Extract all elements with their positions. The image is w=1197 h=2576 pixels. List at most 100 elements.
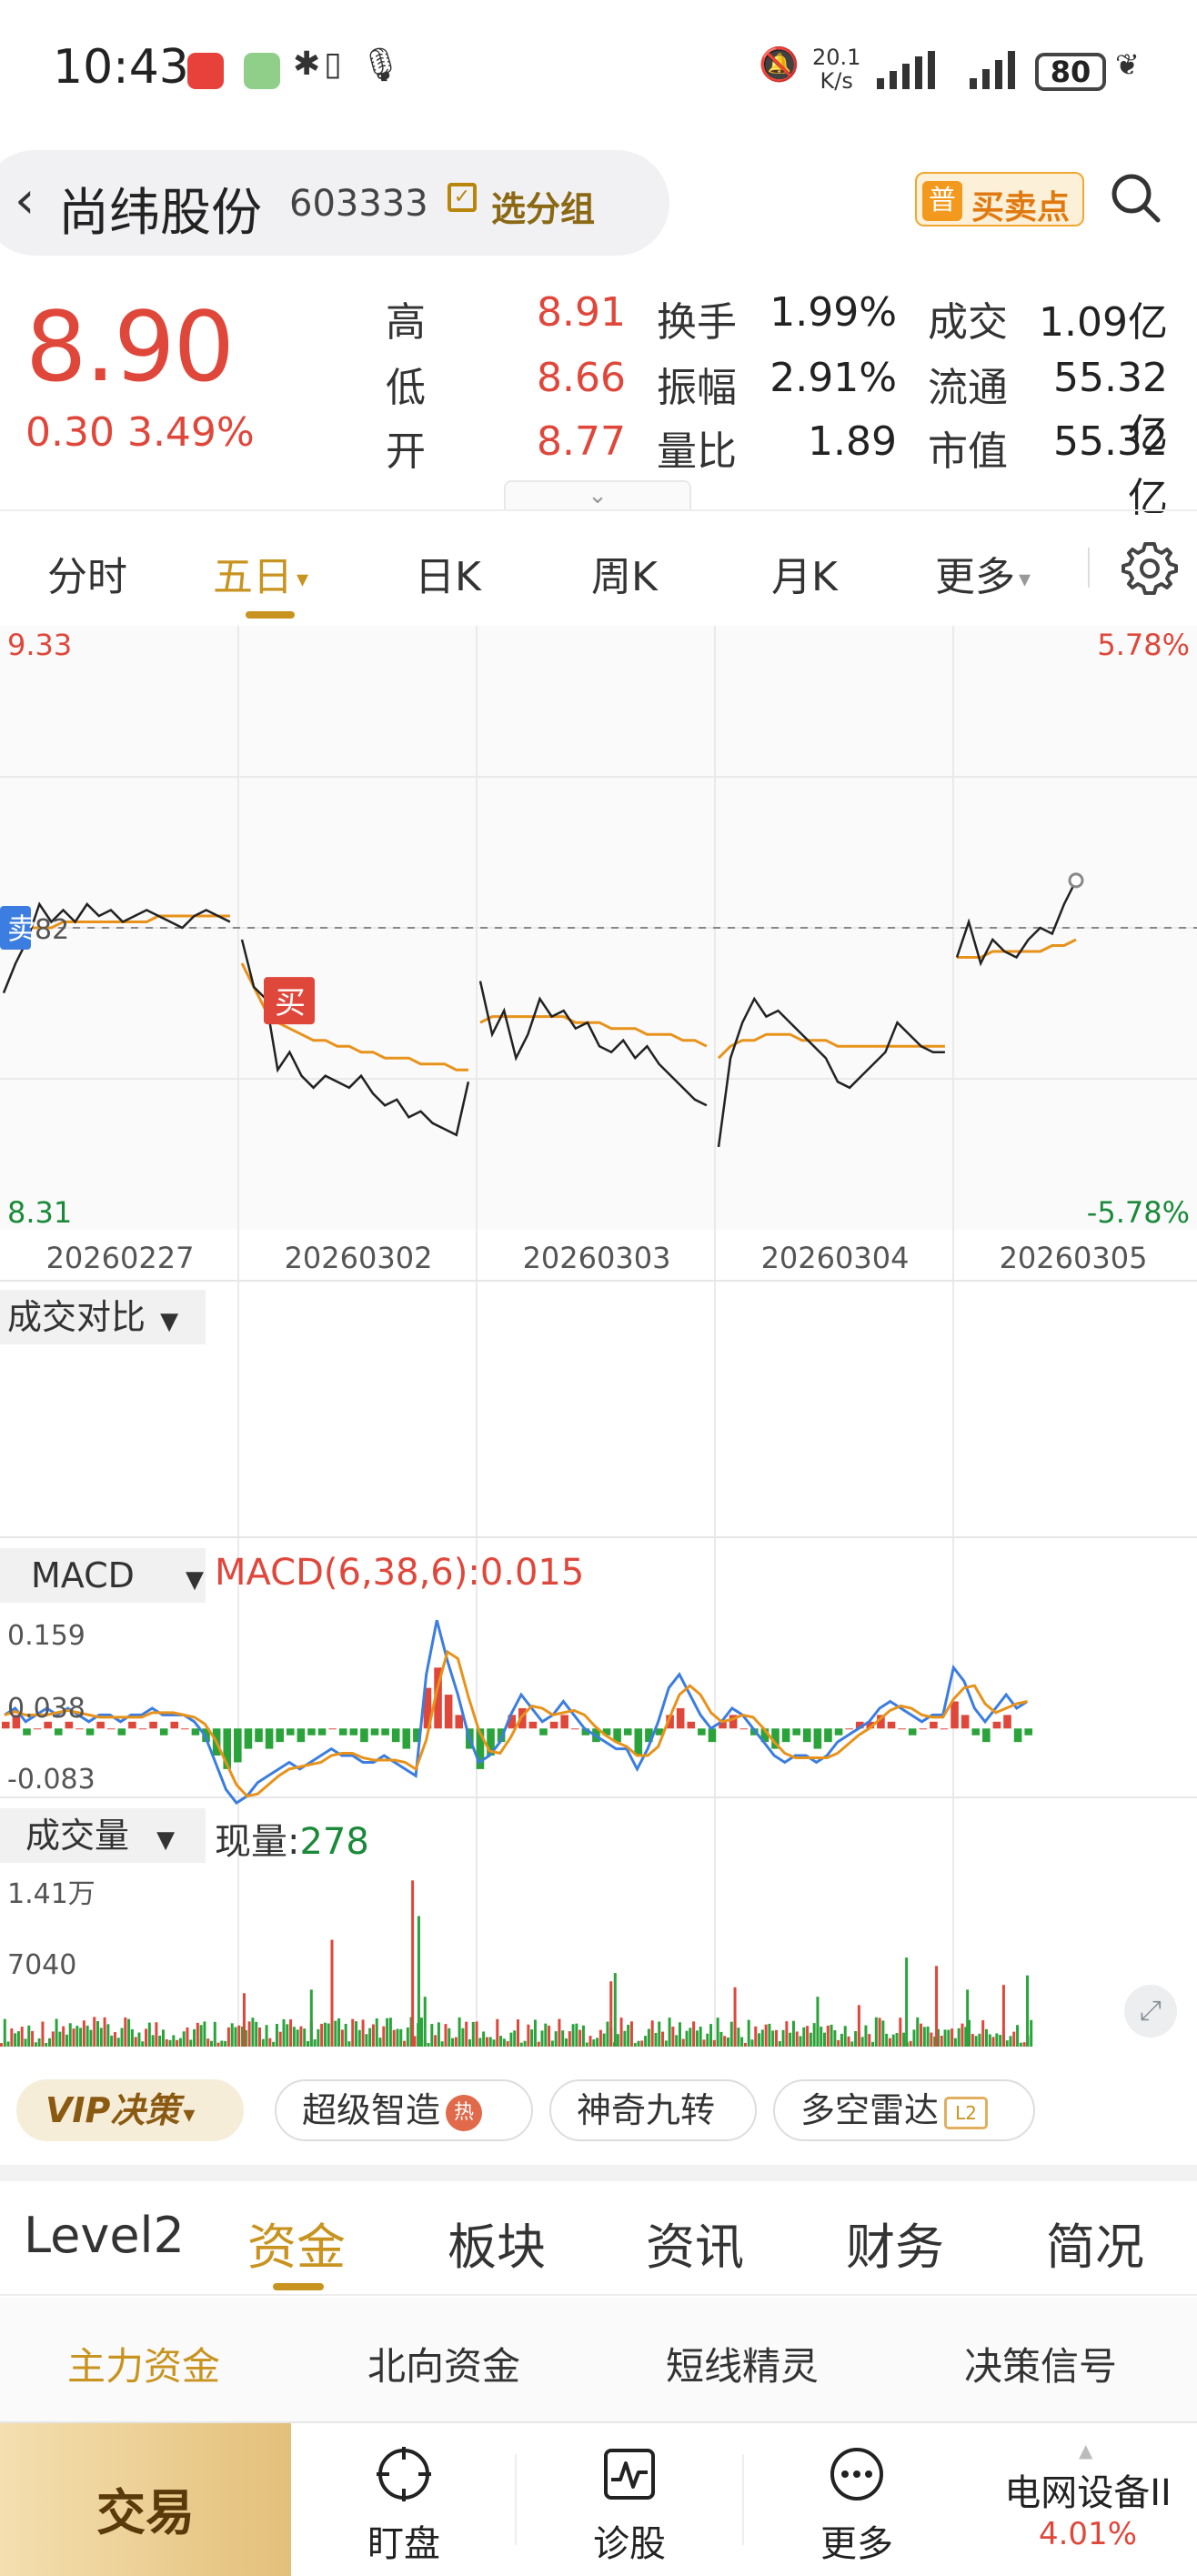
tab-weekly-k[interactable]: 周K [591, 544, 658, 602]
volume-bar [664, 2040, 668, 2047]
tab-news[interactable]: 资讯 [646, 2207, 744, 2279]
volume-bar [176, 2039, 179, 2047]
volume-bar [224, 2040, 227, 2047]
tab-short-term-sprite[interactable]: 短线精灵 [666, 2336, 819, 2391]
macd-bar [317, 1728, 327, 1736]
volume-bar [760, 2029, 764, 2047]
tab-sector[interactable]: 板块 [448, 2207, 546, 2279]
volume-bar [606, 2021, 609, 2047]
volume-bar [396, 2028, 399, 2047]
volume-bar [110, 2035, 114, 2047]
volume-bar [178, 2038, 182, 2047]
tab-level2[interactable]: Level2 [24, 2207, 185, 2264]
macd-bar [992, 1721, 1001, 1729]
volume-bar [885, 2033, 889, 2047]
dropdown-marker: ▼ [186, 1566, 205, 1594]
volume-spike [1026, 1975, 1030, 2047]
diagnose-button[interactable]: 诊股 [548, 2423, 711, 2576]
watch-button[interactable]: 盯盘 [322, 2423, 486, 2576]
volume-bar [34, 2042, 37, 2047]
tab-profile[interactable]: 简况 [1046, 2207, 1144, 2279]
macd-panel-label[interactable]: MACD ▼ [0, 1548, 206, 1603]
macd-bar [391, 1728, 400, 1743]
volume-bar [337, 2018, 341, 2047]
more-button[interactable]: 更多 [775, 2423, 939, 2576]
volume-bar [548, 2025, 551, 2047]
chip-super-manufacturing[interactable]: 超级智造热 [275, 2079, 533, 2141]
macd-bar [170, 1721, 179, 1729]
tab-northbound-capital[interactable]: 北向资金 [367, 2336, 520, 2391]
volume-bar [758, 2033, 761, 2047]
checkbox-icon[interactable]: ✓ [448, 183, 477, 212]
crosshair-icon [377, 2447, 431, 2501]
chip-bull-bear-radar[interactable]: 多空雷达 L2 [773, 2079, 1035, 2141]
volume-bar [768, 2023, 771, 2047]
gear-icon[interactable] [1121, 538, 1179, 597]
volume-bar [743, 2042, 747, 2047]
tab-capital[interactable]: 资金 [247, 2207, 346, 2279]
stat-label-turnover: 换手 [657, 299, 737, 346]
volume-bar [533, 2019, 537, 2047]
tab-finance[interactable]: 财务 [846, 2207, 944, 2279]
volume-bar [282, 2018, 286, 2047]
volume-bar [833, 2029, 837, 2047]
tab-more[interactable]: 更多 ▾ [935, 544, 1031, 602]
search-icon[interactable] [1108, 170, 1162, 225]
volume-bar [37, 2038, 41, 2047]
volume-bar [485, 2037, 488, 2047]
fullscreen-icon[interactable]: ⤢ [1124, 1985, 1177, 2038]
volume-bar [991, 2037, 995, 2047]
dropdown-marker: ▼ [160, 1308, 179, 1335]
macd-bar [539, 1728, 548, 1736]
hot-badge-icon: 热 [446, 2094, 483, 2131]
volume-bar [234, 2027, 237, 2047]
expand-quote-button[interactable]: ⌄ [504, 480, 691, 509]
sector-name[interactable]: 电网设备II [979, 2463, 1197, 2516]
buy-sell-signal-button[interactable]: 普 买卖点 [915, 172, 1084, 226]
volume-bar [20, 2027, 24, 2047]
volume-bar [116, 2038, 120, 2047]
compare-panel-label[interactable]: 成交对比 ▼ [0, 1290, 206, 1344]
volume-bar [809, 2032, 812, 2047]
tab-five-day[interactable]: 五日 ▾ [213, 544, 308, 602]
x-tick-label: 20260302 [285, 1241, 433, 1275]
volume-bar [795, 2031, 799, 2047]
volume-bar [764, 2024, 768, 2047]
x-tick-label: 20260303 [523, 1241, 671, 1275]
macd-bar [106, 1728, 116, 1730]
volume-bar [681, 2038, 685, 2047]
volume-bar [147, 2022, 151, 2047]
volume-bar [633, 2043, 637, 2047]
volume-bar [368, 2028, 372, 2047]
tab-daily-k[interactable]: 日K [415, 544, 481, 602]
volume-bar [689, 2028, 692, 2047]
volume-spike [613, 1973, 617, 2047]
back-chevron-icon[interactable]: ‹ [15, 176, 35, 226]
volume-bar [812, 2023, 816, 2047]
volume-bar [58, 2031, 62, 2047]
tab-intraday[interactable]: 分时 [47, 544, 127, 602]
macd-bar [687, 1721, 696, 1729]
volume-spike [935, 1966, 939, 2047]
dropdown-marker: ▼ [156, 1826, 176, 1854]
volume-bar [399, 2028, 403, 2047]
chip-magic-nine[interactable]: 神奇九转 [549, 2079, 757, 2141]
volume-bar [334, 2020, 337, 2047]
active-tab-indicator [273, 2283, 324, 2290]
tab-monthly-k[interactable]: 月K [771, 544, 838, 602]
green-app-icon [244, 53, 280, 89]
volume-spike [242, 1993, 246, 2047]
add-to-group-button[interactable]: 选分组 [491, 181, 595, 231]
volume-panel-label[interactable]: 成交量 ▼ [0, 1808, 206, 1863]
macd-bar [265, 1728, 274, 1749]
volume-bar [881, 2020, 885, 2047]
vip-decision-chip[interactable]: VIP决策 ▾ [16, 2079, 244, 2141]
trade-button[interactable]: 交易 [0, 2423, 291, 2576]
chevron-up-icon[interactable]: ▲ [1079, 2440, 1092, 2461]
volume-bar [16, 2031, 20, 2047]
volume-bar [261, 2038, 265, 2047]
volume-bar [616, 2034, 619, 2047]
volume-bar [361, 2019, 365, 2047]
tab-decision-signal[interactable]: 决策信号 [964, 2336, 1117, 2391]
tab-main-capital[interactable]: 主力资金 [67, 2336, 220, 2391]
